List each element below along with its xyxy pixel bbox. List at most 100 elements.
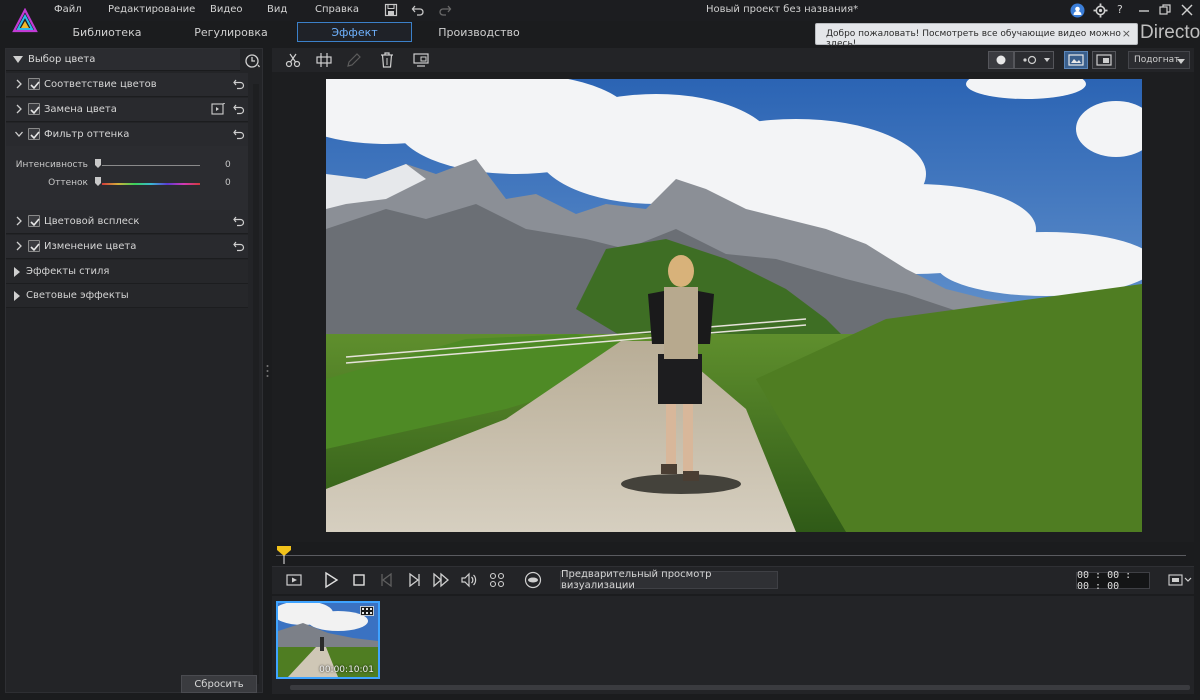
expand-arrow-icon[interactable] [13,267,21,277]
clip-duration: 00:00:10:01 [319,665,374,675]
expand-arrow-icon[interactable] [13,291,21,301]
hue-slider-track[interactable] [102,183,200,185]
pip-designer-icon[interactable] [412,51,430,69]
help-icon[interactable]: ? [1117,3,1123,16]
display-quality-icon[interactable] [1168,573,1192,587]
effect-label: Изменение цвета [44,241,137,252]
tint-filter-settings: Интенсивность 0 Оттенок 0 [6,146,248,210]
account-icon[interactable] [1070,3,1085,18]
save-icon[interactable] [384,3,398,17]
clip-thumbnail[interactable]: 00:00:10:01 [276,601,380,679]
snapshot-grid-icon[interactable] [488,571,506,589]
panel-header[interactable]: Выбор цвета [6,49,240,71]
render-preview-button[interactable]: Предварительный просмотр визуализации [560,569,778,591]
intensity-slider-track[interactable] [102,165,200,166]
section-label: Световые эффекты [26,290,129,301]
reset-undo-icon[interactable] [233,103,245,115]
single-view-button[interactable] [1064,51,1088,69]
history-clock-icon[interactable] [244,53,260,69]
playhead-handle[interactable] [277,546,291,564]
checkbox-tint-filter[interactable] [28,128,40,140]
effect-row-color-shift[interactable]: Изменение цвета [6,235,248,259]
previous-frame-icon[interactable] [378,571,396,589]
dual-view-icon [1096,54,1112,66]
minimize-icon[interactable] [1135,2,1153,18]
trim-icon[interactable] [315,51,333,69]
checkbox-color-match[interactable] [28,78,40,90]
keyframe-icon[interactable] [211,103,225,115]
menu-edit[interactable]: Редактирование [108,4,195,15]
section-label: Эффекты стиля [26,266,110,277]
library-horizontal-scrollbar[interactable] [290,685,1190,690]
settings-gear-icon[interactable] [1093,3,1108,18]
movie-mode-icon [1023,55,1050,65]
circle-icon [996,55,1006,65]
reset-undo-icon[interactable] [233,215,245,227]
timecode-display[interactable]: 00 : 00 : 00 : 00 [1076,570,1150,592]
tab-effect[interactable]: Эффект [297,22,412,42]
panel-splitter-handle[interactable] [266,364,269,378]
tab-library[interactable]: Библиотека [58,22,156,42]
chevron-right-icon[interactable] [14,103,24,115]
zoom-fit-select[interactable]: Подогнат [1128,51,1190,69]
intensity-slider-thumb[interactable] [94,159,102,169]
close-window-icon[interactable] [1178,2,1196,18]
chevron-right-icon[interactable] [14,215,24,227]
effect-label: Соответствие цветов [44,79,157,90]
undo-icon[interactable] [411,3,425,17]
clip-mode-icon[interactable] [285,571,303,589]
reset-undo-icon[interactable] [233,240,245,252]
chevron-down-icon[interactable] [14,128,24,140]
dual-view-button[interactable] [1092,51,1116,69]
checkbox-color-shift[interactable] [28,240,40,252]
play-icon[interactable] [322,571,340,589]
reset-undo-icon[interactable] [233,128,245,140]
close-icon[interactable]: × [1122,27,1131,40]
checkbox-color-splash[interactable] [28,215,40,227]
menu-video[interactable]: Видео [210,4,243,15]
reset-undo-icon[interactable] [233,78,245,90]
effect-row-tint-filter[interactable]: Фильтр оттенка [6,123,248,147]
restore-icon[interactable] [1156,2,1174,18]
panel-title: Выбор цвета [28,54,96,65]
360-view-icon[interactable] [524,571,542,589]
volume-icon[interactable] [460,571,478,589]
tab-adjustment[interactable]: Регулировка [182,22,280,42]
next-frame-icon[interactable] [405,571,423,589]
chevron-down-icon [1177,59,1185,64]
effect-label: Цветовой всплеск [44,216,140,227]
delete-trash-icon[interactable] [378,51,396,69]
checkbox-color-replace[interactable] [28,103,40,115]
effect-row-color-match[interactable]: Соответствие цветов [6,73,248,97]
welcome-text[interactable]: Добро пожаловать! Посмотреть все обучающ… [826,29,1137,49]
tab-production[interactable]: Производство [430,22,528,42]
effect-settings-panel: Выбор цвета Соответствие цветов Замена ц… [5,48,263,693]
redo-icon[interactable] [438,3,452,17]
intensity-value: 0 [225,160,231,170]
intensity-label: Интенсивность [15,160,88,170]
edit-pencil-icon[interactable] [345,51,363,69]
fast-forward-icon[interactable] [432,571,450,589]
film-strip-icon [360,606,374,616]
chevron-right-icon[interactable] [14,240,24,252]
effect-row-color-replace[interactable]: Замена цвета [6,98,248,122]
panel-scrollbar[interactable] [253,84,259,684]
timeline-scrubber[interactable] [276,555,1186,556]
section-light-effects[interactable]: Световые эффекты [6,284,248,308]
split-scissors-icon[interactable] [284,51,302,69]
hue-slider-thumb[interactable] [94,177,102,187]
menu-file[interactable]: Файл [54,4,82,15]
stop-icon[interactable] [350,571,368,589]
menu-help[interactable]: Справка [315,4,359,15]
hue-label: Оттенок [48,178,88,188]
preview-toolbar [272,48,1194,72]
preview-mode-clip[interactable] [988,51,1014,69]
effect-row-color-splash[interactable]: Цветовой всплеск [6,210,248,234]
reset-button[interactable]: Сбросить [181,675,257,693]
preview-mode-movie[interactable] [1014,51,1054,69]
video-preview-frame[interactable] [326,79,1142,532]
menu-view[interactable]: Вид [267,4,287,15]
section-style-effects[interactable]: Эффекты стиля [6,260,248,284]
chevron-right-icon[interactable] [14,78,24,90]
effect-label: Фильтр оттенка [44,129,130,140]
